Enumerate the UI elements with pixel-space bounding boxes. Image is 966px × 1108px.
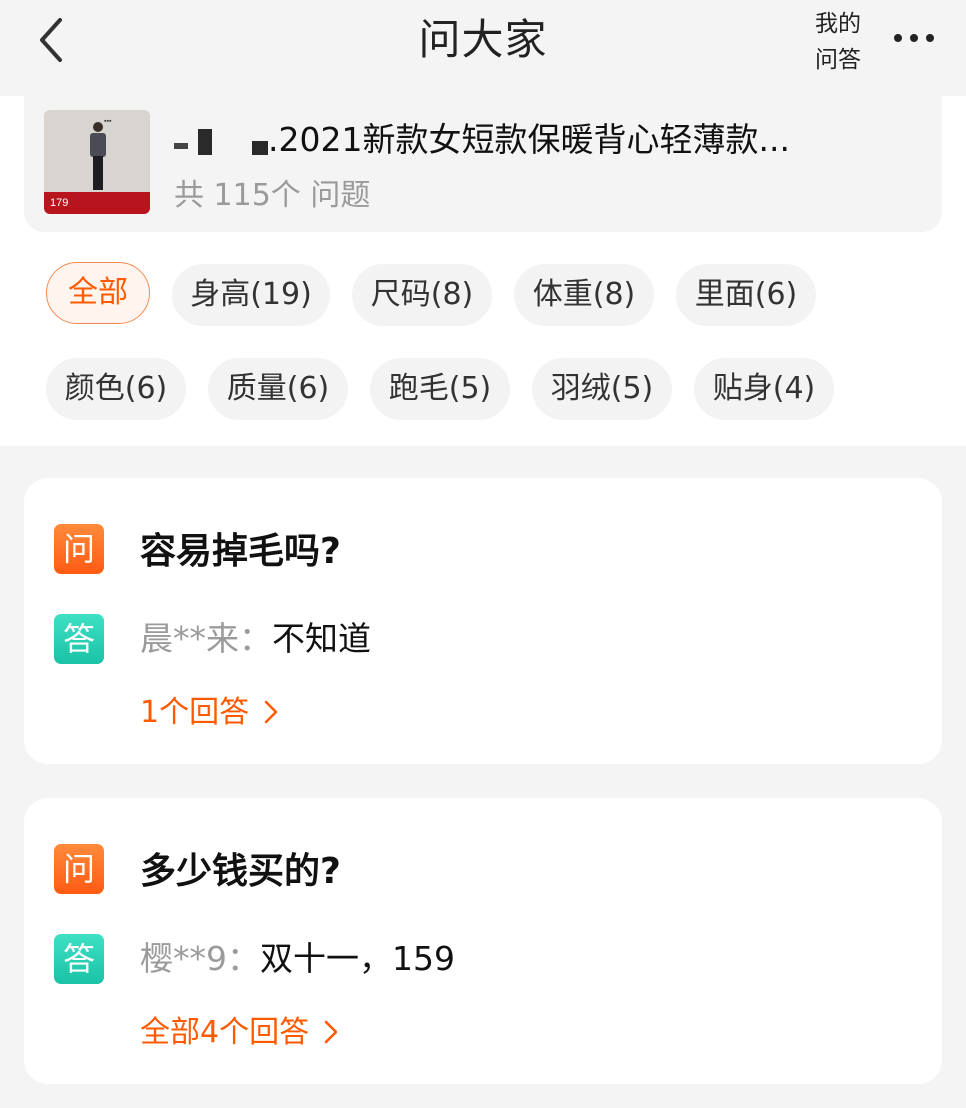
my-qa-label-line2: 问答 [815, 47, 861, 73]
back-button[interactable] [30, 14, 74, 66]
qa-card[interactable]: 问 容易掉毛吗? 答 晨**来：不知道 1个回答 [24, 478, 942, 764]
chevron-right-icon [264, 700, 277, 724]
redacted-block [252, 141, 268, 155]
answer-line: 樱**9：双十一，159 [140, 936, 455, 982]
thumbnail-price: 179 [44, 192, 150, 214]
tag-size[interactable]: 尺码(8) [352, 264, 492, 326]
chevron-left-icon [40, 18, 62, 62]
tag-down[interactable]: 羽绒(5) [532, 358, 672, 420]
question-count: 共 115个 问题 [174, 178, 371, 213]
tag-fit[interactable]: 贴身(4) [694, 358, 834, 420]
more-dots-icon [894, 34, 902, 42]
tag-inner[interactable]: 里面(6) [676, 264, 816, 326]
view-answers-link[interactable]: 全部4个回答 [140, 1012, 339, 1054]
my-qa-button[interactable]: 我的 问答 [808, 6, 868, 78]
answer-username: 樱**9： [140, 939, 260, 978]
redacted-text [174, 143, 188, 149]
product-thumbnail[interactable]: ▪▪▪ 179 [44, 110, 150, 214]
tag-color[interactable]: 颜色(6) [46, 358, 186, 420]
tag-quality[interactable]: 质量(6) [208, 358, 348, 420]
tag-shedding[interactable]: 跑毛(5) [370, 358, 510, 420]
model-figure-image [90, 122, 106, 190]
question-text[interactable]: 容易掉毛吗? [140, 528, 341, 576]
question-text[interactable]: 多少钱买的? [140, 848, 341, 896]
chevron-right-icon [324, 1020, 337, 1044]
answer-text: 不知道 [272, 619, 371, 658]
qa-page: 问大家 我的 问答 ▪▪▪ 179 .2021新款女短款保暖背心轻薄款... 共… [0, 0, 966, 1108]
tag-all[interactable]: 全部 [46, 262, 150, 324]
tag-weight[interactable]: 体重(8) [514, 264, 654, 326]
header-block: ▪▪▪ 179 .2021新款女短款保暖背心轻薄款... 共 115个 问题 全… [0, 96, 966, 446]
view-answers-label: 1个回答 [140, 695, 250, 730]
qa-card[interactable]: 问 多少钱买的? 答 樱**9：双十一，159 全部4个回答 [24, 798, 942, 1084]
my-qa-label-line1: 我的 [815, 11, 861, 37]
product-title-text: .2021新款女短款保暖背心轻薄款... [268, 120, 790, 159]
view-answers-link[interactable]: 1个回答 [140, 692, 279, 734]
nav-bar: 问大家 我的 问答 [0, 0, 966, 96]
answer-text: 双十一，159 [260, 939, 455, 978]
answer-line: 晨**来：不知道 [140, 616, 371, 662]
product-name: .2021新款女短款保暖背心轻薄款... [174, 118, 922, 162]
tag-height[interactable]: 身高(19) [172, 264, 330, 326]
question-badge: 问 [54, 524, 104, 574]
view-answers-label: 全部4个回答 [140, 1015, 310, 1050]
more-menu-button[interactable] [884, 20, 944, 56]
product-card[interactable]: ▪▪▪ 179 .2021新款女短款保暖背心轻薄款... 共 115个 问题 [24, 96, 942, 232]
redacted-block [198, 129, 212, 155]
answer-badge: 答 [54, 614, 104, 664]
answer-badge: 答 [54, 934, 104, 984]
answer-username: 晨**来： [140, 619, 272, 658]
question-badge: 问 [54, 844, 104, 894]
